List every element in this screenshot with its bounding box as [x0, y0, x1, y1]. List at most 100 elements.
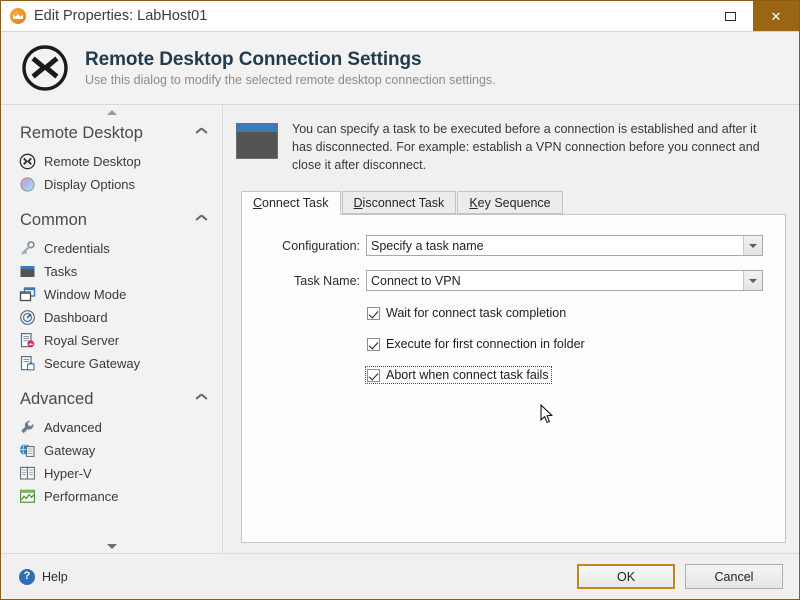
- maximize-icon: [724, 11, 736, 21]
- task-window-icon: [19, 263, 36, 280]
- sidebar-item-label: Credentials: [44, 241, 110, 256]
- sidebar-item-label: Gateway: [44, 443, 96, 458]
- sidebar-item-label: Window Mode: [44, 287, 127, 302]
- sidebar-item-label: Advanced: [44, 420, 102, 435]
- task-name-dropdown-button[interactable]: [743, 271, 762, 291]
- configuration-row: Configuration: Specify a task name: [264, 235, 763, 257]
- tab-accel-key: D: [353, 195, 363, 210]
- settings-content: You can specify a task to be executed be…: [223, 105, 799, 553]
- checkbox-label: Wait for connect task completion: [386, 306, 567, 321]
- color-wheel-icon: [19, 176, 36, 193]
- sidebar-item-label: Remote Desktop: [44, 154, 141, 169]
- sidebar-group-label: Remote Desktop: [20, 124, 143, 142]
- tab-connect-task[interactable]: Connect Task: [241, 191, 341, 216]
- tab-accel-key: C: [253, 196, 263, 211]
- tab-disconnect-task[interactable]: Disconnect Task: [341, 191, 457, 215]
- page-title: Remote Desktop Connection Settings: [85, 48, 422, 70]
- dialog-footer: ? Help OK Cancel: [1, 553, 799, 599]
- sidebar-item-dashboard[interactable]: Dashboard: [17, 306, 212, 329]
- wait-for-connect-task-completion-row: Wait for connect task completion: [366, 305, 763, 321]
- chevron-up-icon: [196, 217, 207, 224]
- royal-server-icon: [19, 332, 36, 349]
- window-title: Edit Properties: LabHost01: [34, 8, 208, 24]
- sidebar-item-performance[interactable]: Performance: [17, 485, 212, 508]
- sidebar-item-window-mode[interactable]: Window Mode: [17, 283, 212, 306]
- window-mode-icon: [19, 286, 36, 303]
- sidebar-item-label: Royal Server: [44, 333, 120, 348]
- task-window-icon: [236, 123, 278, 159]
- tab-label: ey Sequence: [477, 195, 551, 210]
- task-name-row: Task Name: Connect to VPN: [264, 270, 763, 292]
- title-bar: Edit Properties: LabHost01 ✕: [1, 1, 799, 31]
- sidebar-item-label: Tasks: [44, 264, 78, 279]
- abort-when-connect-task-fails-checkbox[interactable]: Abort when connect task fails: [365, 366, 552, 385]
- sidebar-item-label: Hyper-V: [44, 466, 92, 481]
- tab-key-sequence[interactable]: Key Sequence: [457, 191, 563, 215]
- help-button[interactable]: ? Help: [19, 568, 68, 585]
- chevron-up-icon: [196, 396, 207, 403]
- chevron-down-icon: [749, 243, 757, 248]
- sidebar-item-secure-gateway[interactable]: Secure Gateway: [17, 352, 212, 375]
- execute-for-first-connection-row: Execute for first connection in folder: [366, 336, 763, 352]
- configuration-dropdown-button[interactable]: [743, 236, 762, 256]
- performance-chart-icon: [19, 488, 36, 505]
- close-button[interactable]: ✕: [753, 1, 799, 31]
- sidebar-item-display-options[interactable]: Display Options: [17, 173, 212, 196]
- sidebar-group-advanced[interactable]: Advanced: [17, 385, 212, 416]
- sidebar-item-tasks[interactable]: Tasks: [17, 260, 212, 283]
- dialog-header: Remote Desktop Connection Settings Use t…: [1, 31, 799, 105]
- wait-for-connect-task-completion-checkbox[interactable]: Wait for connect task completion: [366, 305, 568, 321]
- checkmark-icon: [367, 337, 380, 351]
- sidebar-scroll-up-button[interactable]: [1, 105, 222, 119]
- window-controls: ✕: [707, 1, 799, 31]
- remote-desktop-icon: [19, 153, 36, 170]
- sidebar-group-remote-desktop[interactable]: Remote Desktop: [17, 119, 212, 150]
- cancel-button[interactable]: Cancel: [685, 564, 783, 589]
- maximize-button[interactable]: [707, 1, 753, 31]
- abort-when-connect-task-fails-row: Abort when connect task fails: [365, 366, 763, 385]
- secure-gateway-icon: [19, 355, 36, 372]
- checkmark-icon: [367, 306, 380, 320]
- sidebar-item-advanced[interactable]: Advanced: [17, 416, 212, 439]
- ok-button[interactable]: OK: [577, 564, 675, 589]
- hyperv-icon: [19, 465, 36, 482]
- sidebar-scroll-area: Remote Desktop Remote Desktop Display Op…: [1, 119, 222, 539]
- sidebar-item-credentials[interactable]: Credentials: [17, 237, 212, 260]
- configuration-label: Configuration:: [282, 238, 360, 253]
- configuration-value: Specify a task name: [371, 238, 484, 253]
- checkbox-label: Execute for first connection in folder: [386, 337, 585, 352]
- remote-desktop-icon: [21, 44, 69, 92]
- settings-sidebar: Remote Desktop Remote Desktop Display Op…: [1, 105, 223, 553]
- edit-properties-dialog: Edit Properties: LabHost01 ✕ Remote Desk…: [0, 0, 800, 600]
- tab-accel-key: K: [469, 195, 478, 210]
- sidebar-item-gateway[interactable]: Gateway: [17, 439, 212, 462]
- execute-for-first-connection-checkbox[interactable]: Execute for first connection in folder: [366, 336, 587, 352]
- sidebar-item-royal-server[interactable]: Royal Server: [17, 329, 212, 352]
- tab-label: onnect Task: [262, 196, 329, 211]
- tab-label: isconnect Task: [362, 195, 445, 210]
- checkmark-icon: [367, 368, 380, 382]
- header-text-block: Remote Desktop Connection Settings Use t…: [85, 49, 496, 88]
- dialog-body: Remote Desktop Remote Desktop Display Op…: [1, 105, 799, 553]
- question-mark-icon: ?: [19, 568, 35, 585]
- royal-ts-logo-icon: [10, 8, 26, 24]
- close-icon: ✕: [770, 8, 782, 24]
- task-name-combobox[interactable]: Connect to VPN: [366, 270, 763, 292]
- sidebar-scroll-down-button[interactable]: [1, 539, 222, 553]
- chevron-down-icon: [106, 543, 117, 549]
- task-name-value: Connect to VPN: [371, 273, 461, 288]
- sidebar-item-hyper-v[interactable]: Hyper-V: [17, 462, 212, 485]
- sidebar-item-remote-desktop[interactable]: Remote Desktop: [17, 150, 212, 173]
- globe-document-icon: [19, 442, 36, 459]
- page-subtitle: Use this dialog to modify the selected r…: [85, 73, 496, 88]
- sidebar-group-common[interactable]: Common: [17, 206, 212, 237]
- sidebar-item-label: Display Options: [44, 177, 136, 192]
- info-banner: You can specify a task to be executed be…: [236, 121, 789, 174]
- sidebar-item-label: Dashboard: [44, 310, 108, 325]
- configuration-combobox[interactable]: Specify a task name: [366, 235, 763, 257]
- sidebar-group-label: Common: [20, 211, 87, 229]
- ok-label: OK: [616, 569, 636, 584]
- task-tabs: Connect Task Disconnect Task Key Sequenc…: [241, 190, 789, 216]
- chevron-down-icon: [749, 278, 757, 283]
